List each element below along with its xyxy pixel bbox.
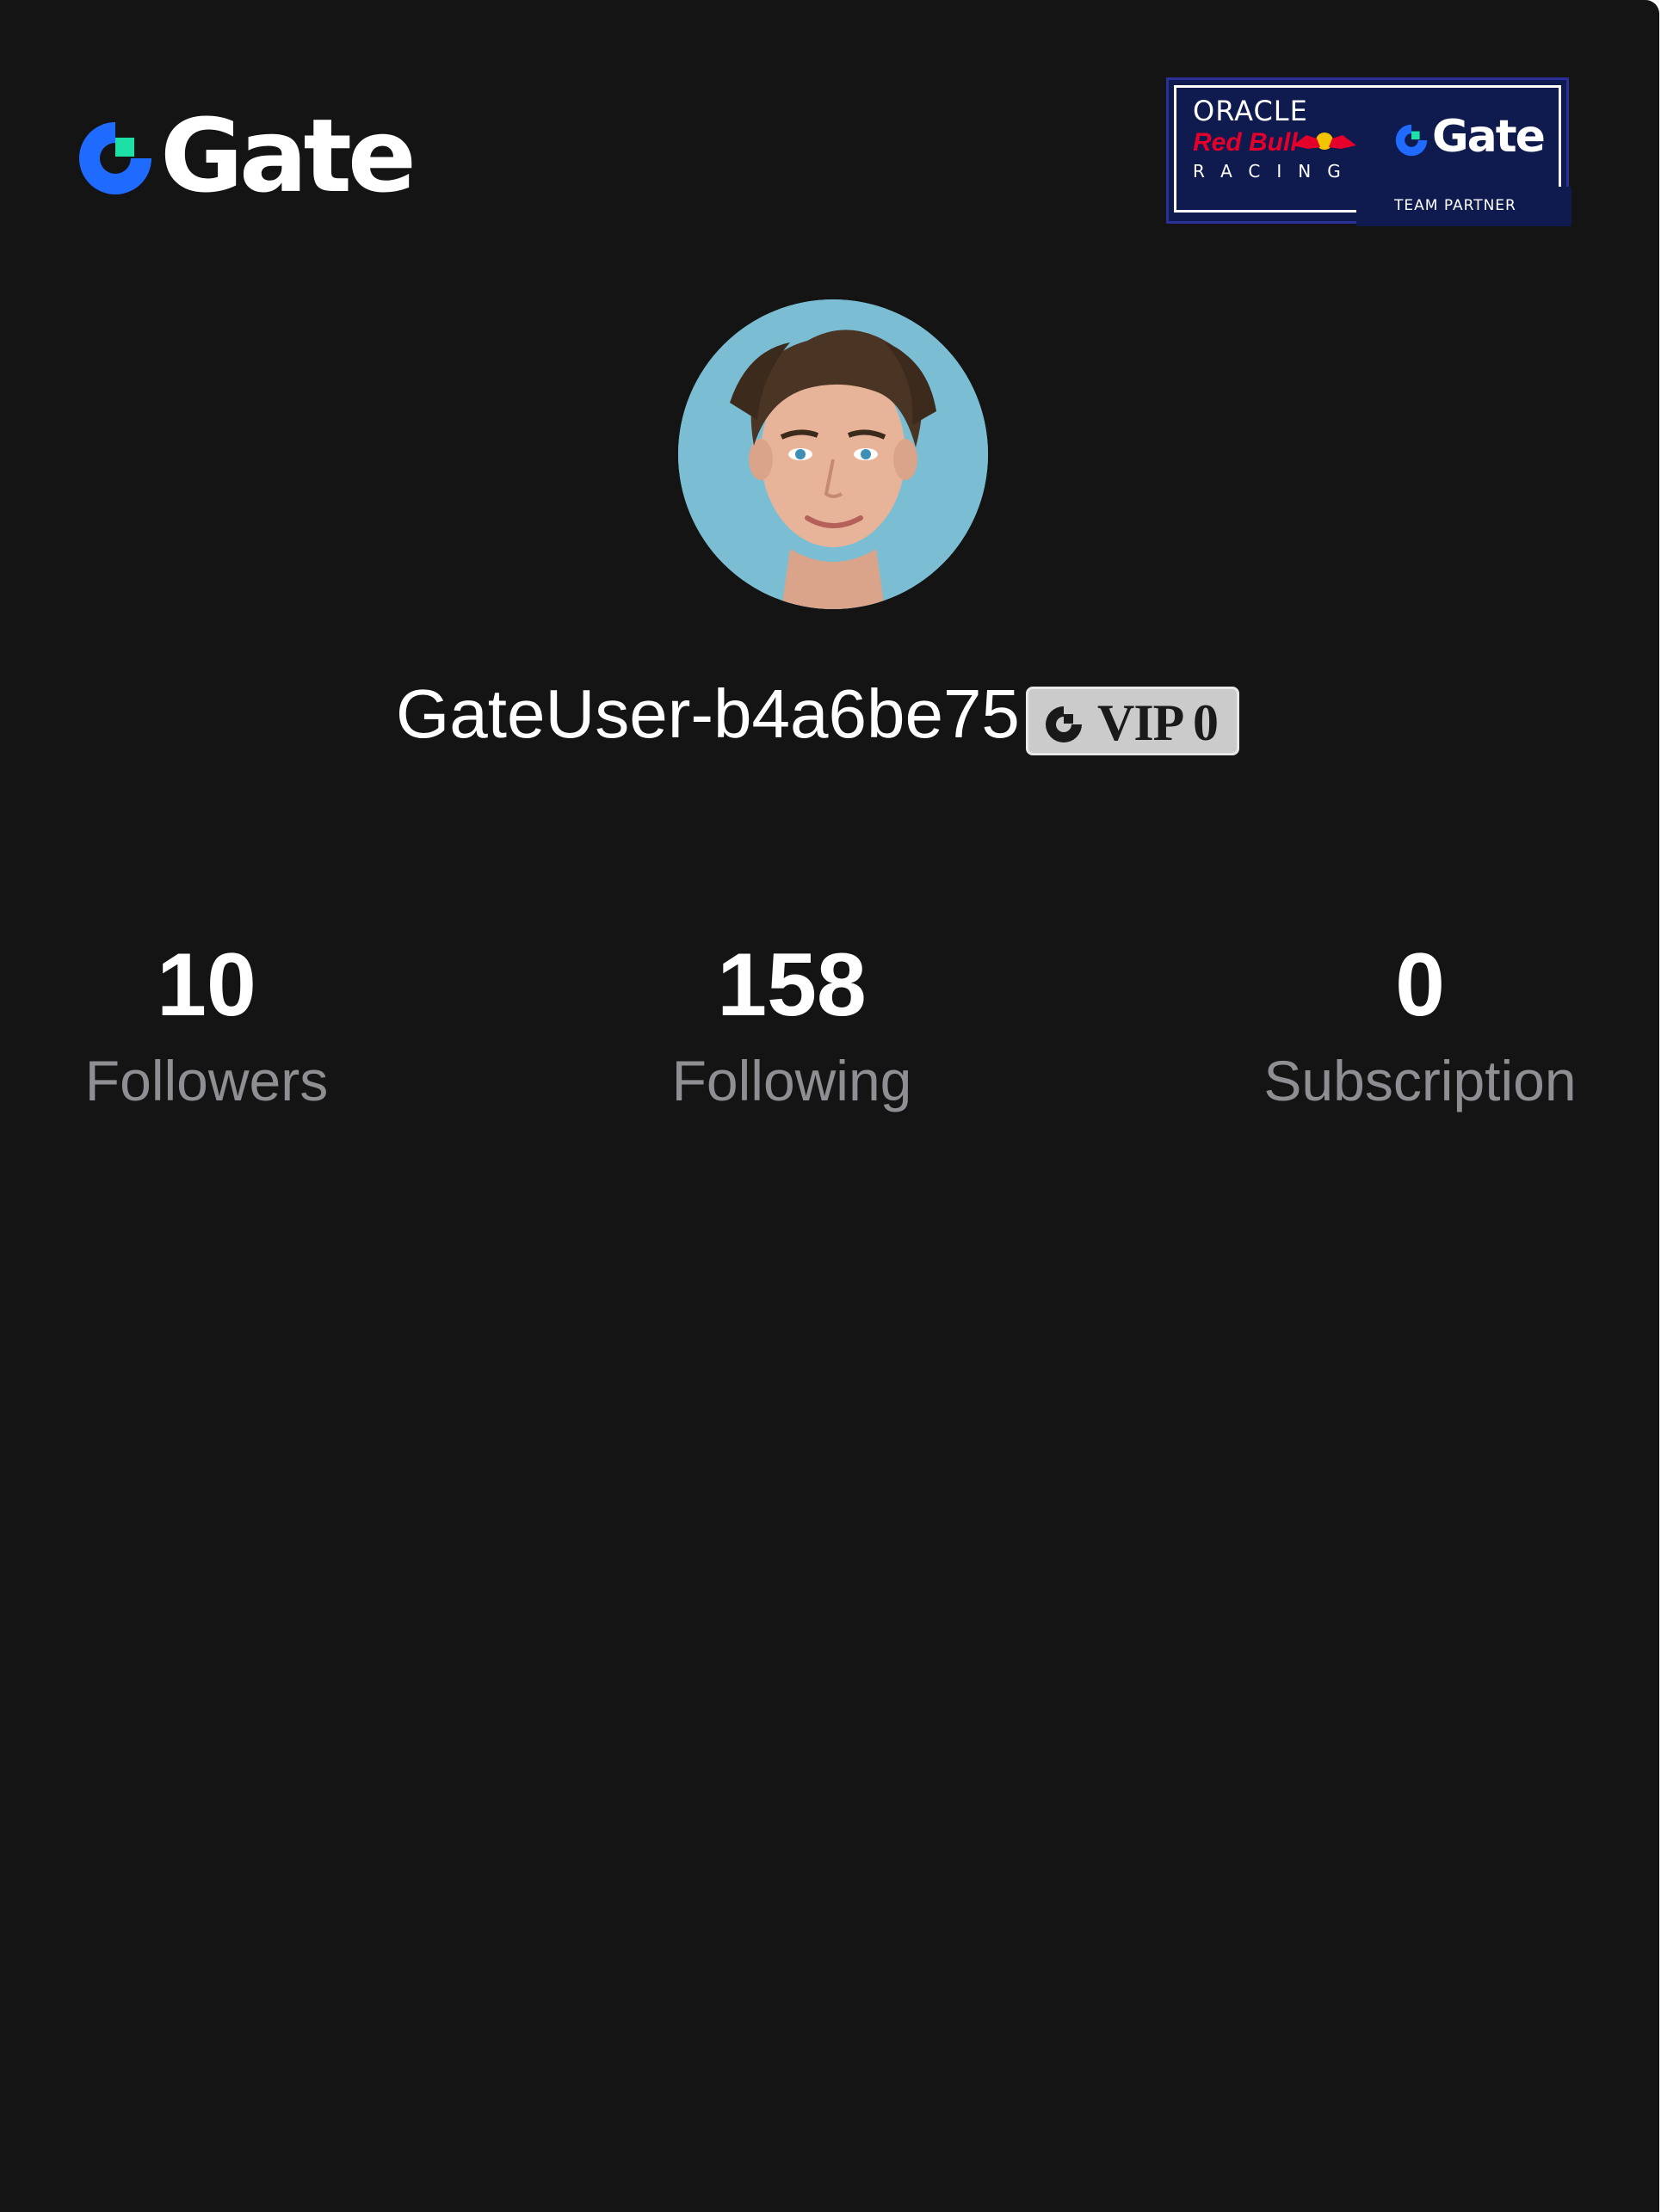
partner-gate-text: Gate [1432,111,1546,163]
partner-redbull-text: Red Bull [1193,128,1298,157]
avatar[interactable] [678,299,988,609]
followers-label: Followers [84,1049,329,1112]
partner-oracle-text: ORACLE [1193,95,1308,127]
subscription-count: 0 [1395,935,1445,1035]
following-label: Following [671,1049,912,1112]
gate-logo[interactable]: Gate [76,105,429,206]
gate-logo-icon [79,122,151,194]
stat-followers[interactable]: 10 Followers [52,929,361,1115]
username: GateUser-b4a6be75 [396,675,1020,752]
profile-card: Gate ORACLE Red Bull RACING Gate TEAM PA… [0,0,1659,2212]
team-partner-badge: ORACLE Red Bull RACING Gate TEAM PARTNER [1166,77,1571,226]
followers-count: 10 [157,935,256,1035]
username-row: GateUser-b4a6be75 VIP 0 [0,671,1659,766]
following-count: 158 [717,935,867,1035]
partner-caption: TEAM PARTNER [1394,197,1516,214]
vip-gate-icon [1046,706,1082,742]
vip-badge[interactable]: VIP 0 [1026,687,1239,755]
gate-logo-text: Gate [160,96,417,215]
red-bull-icon [1293,132,1356,150]
subscription-label: Subscription [1263,1049,1577,1112]
stat-following[interactable]: 158 Following [637,929,947,1115]
avatar-portrait [678,299,988,609]
vip-label: VIP 0 [1097,694,1219,751]
stat-subscription[interactable]: 0 Subscription [1239,929,1601,1115]
partner-racing-text: RACING [1193,161,1357,182]
partner-gate-icon [1395,124,1428,157]
